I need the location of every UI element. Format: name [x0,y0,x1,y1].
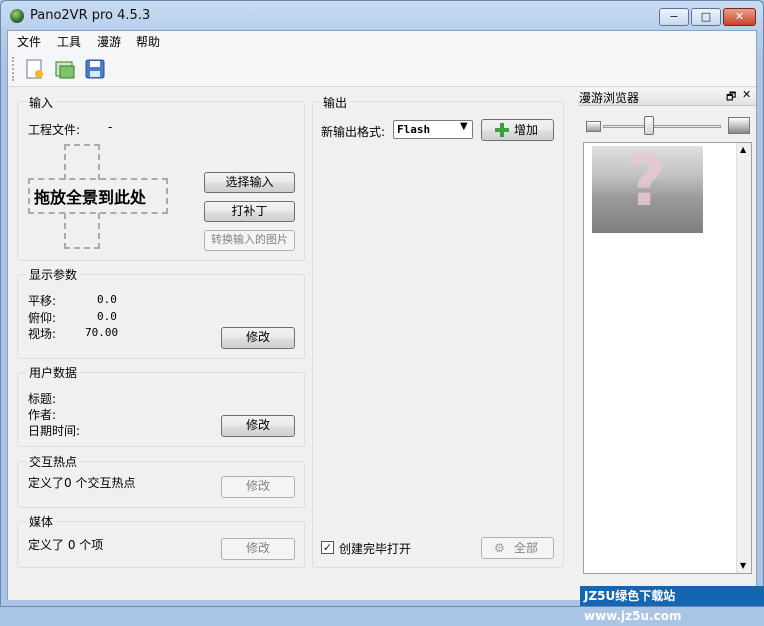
close-button[interactable]: ✕ [723,8,756,26]
zoom-slider-track[interactable] [603,125,721,128]
convert-input-button[interactable]: 转换输入的图片 [204,230,295,251]
menu-tools[interactable]: 工具 [57,33,81,50]
userdata-modify-button[interactable]: 修改 [221,415,295,437]
input-legend: 输入 [26,94,57,111]
gear-icon: ⚙ [494,541,505,555]
output-legend: 输出 [320,94,351,111]
chevron-down-icon: ▼ [460,121,468,132]
new-project-icon[interactable] [24,58,46,80]
tour-browser-title: 漫游浏览器 [579,91,640,105]
fov-label: 视场: [28,327,57,341]
plus-icon [494,122,510,138]
pan-label: 平移: [28,294,57,308]
pan-value: 0.0 [97,293,117,306]
tilt-value: 0.0 [97,310,117,323]
zoom-small-icon [586,121,601,132]
cube-face-bottom [64,213,100,249]
panorama-thumbnail[interactable]: ? [592,140,703,233]
output-format-select[interactable]: Flash ▼ [393,120,473,139]
scroll-down-icon[interactable]: ▼ [740,561,746,570]
datetime-label: 日期时间: [28,424,81,438]
toolbar-grip[interactable] [12,57,15,81]
menu-tour[interactable]: 漫游 [97,33,121,50]
question-mark-icon: ? [626,140,667,222]
title-label: 标题: [28,392,57,406]
menu-help[interactable]: 帮助 [136,33,160,50]
add-output-button[interactable]: 增加 [481,119,554,141]
app-icon [10,9,24,23]
patch-button[interactable]: 打补丁 [204,201,295,222]
scroll-up-icon[interactable]: ▲ [740,145,746,154]
watermark: JZ5U绿色下载站 www.jz5u.com [580,586,764,623]
open-project-icon[interactable] [54,58,76,80]
toolbar [8,51,756,87]
client-area: 文件 工具 漫游 帮助 输入 工程文件: - 拖放全景到此处 选择输入 打补丁 … [7,30,757,600]
open-after-label: 创建完毕打开 [339,542,412,556]
project-file-value: - [108,120,113,134]
media-text: 定义了 0 个项 [28,538,104,552]
display-legend: 显示参数 [26,266,81,283]
all-output-label: 全部 [514,541,539,555]
panel-close-icon[interactable]: ✕ [742,88,751,101]
add-output-label: 增加 [514,123,539,137]
open-after-checkbox[interactable]: ✓ [321,541,334,554]
vertical-scrollbar[interactable]: ▲ ▼ [736,143,751,573]
tour-browser-list[interactable]: ? ▲ ▼ [583,140,752,574]
fov-value: 70.00 [85,326,119,339]
zoom-slider-thumb[interactable] [644,116,655,135]
userdata-legend: 用户数据 [26,364,81,381]
output-format-value: Flash [397,123,431,136]
maximize-button[interactable]: □ [691,8,721,26]
output-group [312,101,564,568]
title-bar[interactable]: Pano2VR pro 4.5.3 − □ ✕ [0,0,764,32]
menu-bar: 文件 工具 漫游 帮助 [8,31,756,51]
tilt-label: 俯仰: [28,311,57,325]
hotspots-text: 定义了0 个交互热点 [28,476,136,490]
window-title: Pano2VR pro 4.5.3 [30,8,151,23]
tour-browser-header[interactable]: 漫游浏览器 🗗 ✕ [578,88,756,106]
author-label: 作者: [28,408,57,422]
all-output-button[interactable]: ⚙ 全部 [481,537,554,559]
hotspots-modify-button[interactable]: 修改 [221,476,295,498]
output-format-label: 新输出格式: [321,125,386,139]
cube-face-top [64,144,100,180]
choose-input-button[interactable]: 选择输入 [204,172,295,193]
drop-text: 拖放全景到此处 [34,188,147,207]
menu-file[interactable]: 文件 [17,33,41,50]
display-modify-button[interactable]: 修改 [221,327,295,349]
media-modify-button[interactable]: 修改 [221,538,295,560]
hotspots-legend: 交互热点 [26,453,81,470]
media-legend: 媒体 [26,513,57,530]
minimize-button[interactable]: − [659,8,689,26]
zoom-large-icon [728,117,750,134]
float-icon[interactable]: 🗗 [726,88,736,107]
save-icon[interactable] [84,58,106,80]
project-file-label: 工程文件: [28,123,81,137]
